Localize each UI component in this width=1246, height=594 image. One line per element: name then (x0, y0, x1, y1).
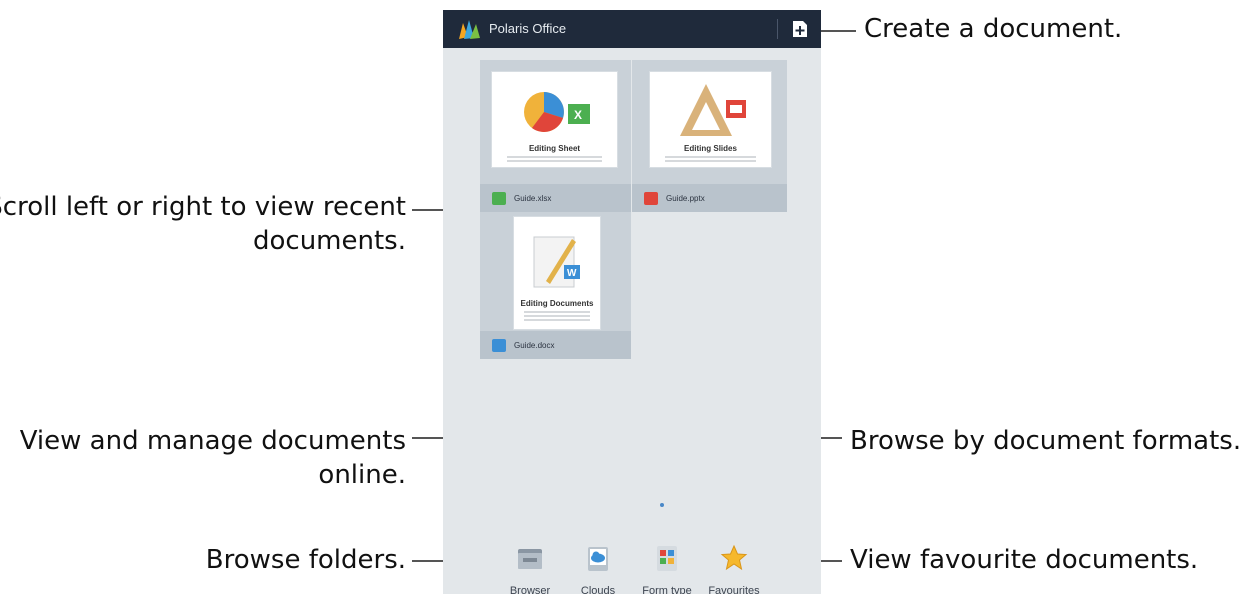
callout-folders: Browse folders. (205, 545, 406, 575)
thumbnail-text-line (524, 319, 590, 321)
recent-documents-area[interactable]: X Editing Sheet Guide.xlsx Editing Slide… (443, 48, 821, 594)
create-document-button[interactable] (789, 18, 811, 40)
nav-label: Favourites (708, 585, 760, 594)
document-thumbnail: Editing Slides (649, 71, 772, 168)
callout-favourites: View favourite documents. (850, 545, 1199, 575)
nav-clouds-button[interactable]: Clouds (563, 547, 633, 594)
callout-create: Create a document. (864, 14, 1123, 44)
thumbnail-title: Editing Slides (684, 144, 737, 153)
titlebar-divider (777, 19, 778, 39)
callout-online-line2: online. (318, 460, 406, 490)
document-filename: Guide.pptx (666, 193, 705, 203)
recent-document-card[interactable]: W Editing Documents Guide.docx (480, 212, 631, 359)
recent-document-card[interactable]: Editing Slides Guide.pptx (632, 60, 787, 212)
thumbnail-title: Editing Documents (520, 299, 594, 308)
star-icon (720, 544, 748, 571)
nav-label: Form type (642, 585, 692, 594)
polaris-logo-icon (459, 20, 480, 39)
triangle-ruler-icon (680, 84, 746, 136)
card-label-bar: Guide.docx (480, 331, 631, 359)
card-label-bar: Guide.pptx (632, 184, 787, 212)
form-type-icon (657, 546, 677, 571)
nav-label: Clouds (580, 585, 616, 594)
cloud-icon (588, 547, 608, 571)
thumbnail-text-line (524, 315, 590, 317)
app-title: Polaris Office (489, 21, 567, 36)
recent-document-card[interactable]: X Editing Sheet Guide.xlsx (480, 60, 631, 212)
callout-line-create (818, 30, 856, 32)
document-pen-icon: W (533, 236, 580, 288)
device-screen: Polaris Office X Editing Sheet Guide.xls… (443, 10, 821, 594)
callout-scroll-line1: Scroll left or right to view recent (0, 192, 406, 222)
document-filename: Guide.docx (514, 340, 555, 350)
callout-formats: Browse by document formats. (850, 426, 1242, 456)
nav-form-type-button[interactable]: Form type (632, 546, 702, 594)
thumbnail-text-line (524, 311, 590, 313)
svg-text:X: X (574, 108, 582, 122)
nav-favourites-button[interactable]: Favourites (699, 544, 769, 594)
pptx-file-icon (644, 191, 658, 205)
nav-label: Browser (509, 585, 551, 594)
docx-file-icon (492, 338, 506, 352)
nav-browser-button[interactable]: Browser (495, 549, 565, 594)
thumbnail-text-line (507, 156, 602, 158)
callout-online-line1: View and manage documents (19, 426, 406, 456)
callout-scroll-line2: documents. (253, 226, 406, 256)
document-filename: Guide.xlsx (514, 193, 552, 203)
thumbnail-text-line (507, 160, 602, 162)
new-document-icon (793, 21, 807, 37)
document-thumbnail: X Editing Sheet (491, 71, 618, 168)
document-thumbnail: W Editing Documents (513, 216, 601, 330)
thumbnail-title: Editing Sheet (528, 144, 581, 153)
page-indicator (660, 503, 664, 507)
thumbnail-text-line (664, 156, 757, 158)
folder-icon (518, 549, 542, 569)
svg-text:W: W (567, 268, 577, 279)
pie-chart-icon: X (524, 92, 590, 132)
thumbnail-text-line (664, 160, 757, 162)
xlsx-file-icon (492, 191, 506, 205)
title-bar: Polaris Office (443, 10, 821, 48)
card-label-bar: Guide.xlsx (480, 184, 631, 212)
